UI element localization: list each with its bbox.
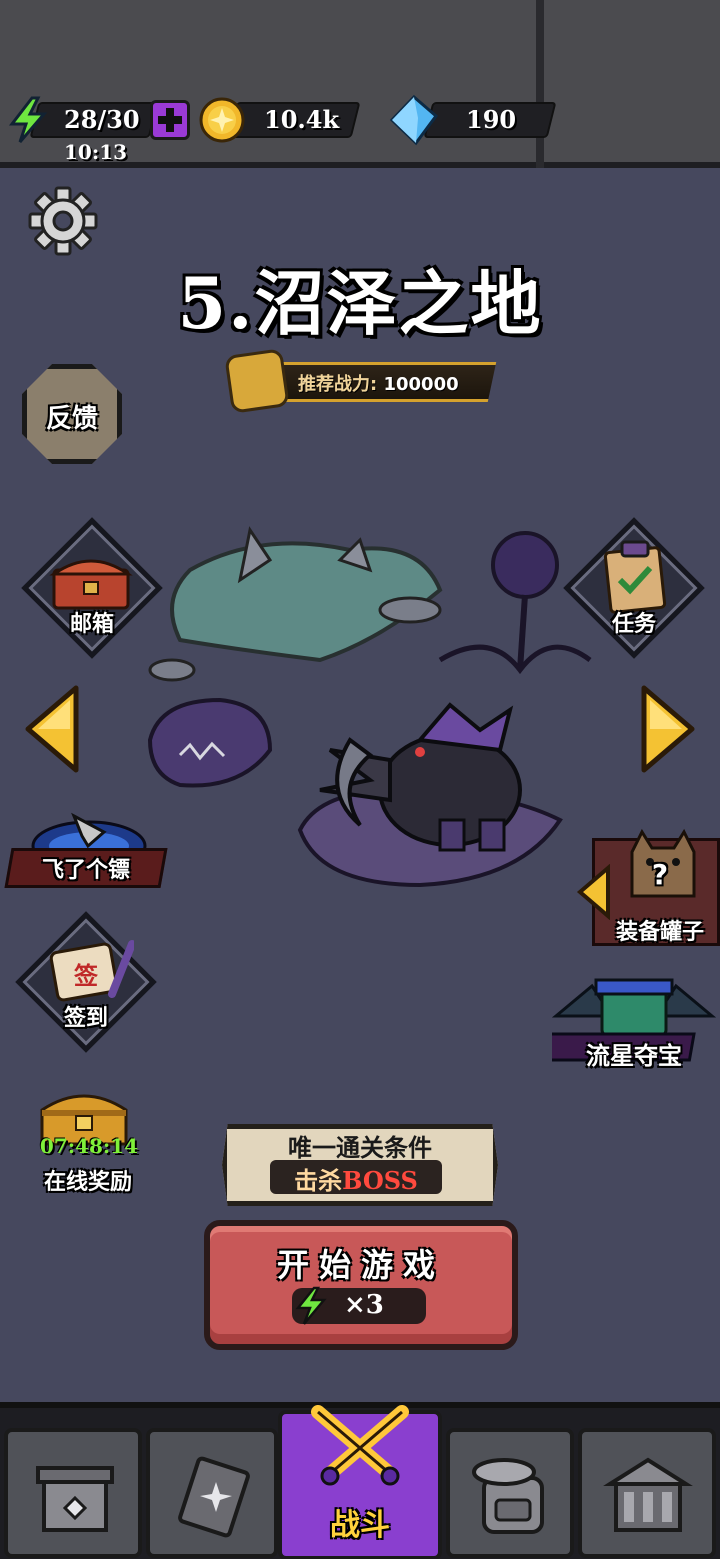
- energy-timer: 10:13: [64, 140, 128, 164]
- fist-icon: [224, 348, 290, 414]
- add-energy-button[interactable]: [150, 100, 190, 140]
- tab-shop[interactable]: [4, 1428, 142, 1558]
- tab-forge[interactable]: [578, 1428, 716, 1558]
- online-reward-timer: 07:48:14: [39, 1134, 139, 1158]
- online-reward-label: 在线奖励: [43, 1170, 132, 1195]
- condition-prefix: 击杀: [294, 1167, 343, 1195]
- svg-text:签: 签: [73, 962, 99, 990]
- gold-coin-icon: [199, 97, 245, 143]
- swamp-stage-illustration: [147, 526, 592, 888]
- flying-dart-label: 飞了个镖: [41, 858, 130, 883]
- chevron-left-icon[interactable]: [576, 864, 612, 920]
- start-game-label: 开始游戏: [276, 1246, 445, 1284]
- sign-in-scroll-icon: 签: [49, 940, 134, 1002]
- backpack-icon: [472, 1458, 544, 1534]
- energy-value: 28/30: [64, 105, 140, 134]
- cards-icon: [178, 1456, 250, 1538]
- tab-battle-label: 战斗: [330, 1508, 390, 1543]
- arrow-right-icon[interactable]: [640, 684, 698, 774]
- meteor-treasure-label: 流星夺宝: [586, 1042, 682, 1070]
- tab-backpack[interactable]: [446, 1428, 574, 1558]
- top-bar-seam: [536, 0, 544, 168]
- recommended-power-label: 推荐战力:: [298, 374, 378, 395]
- condition-target: BOSS: [342, 1166, 418, 1195]
- level-title: 5.沼泽之地: [177, 262, 543, 345]
- equipment-jar-badge: ?: [651, 858, 669, 891]
- tab-cards[interactable]: [146, 1428, 278, 1558]
- arrow-left-icon[interactable]: [22, 684, 80, 774]
- blue-gem-icon: [389, 94, 439, 146]
- recommended-power-value: 100000: [383, 374, 459, 395]
- lightning-icon: [295, 1286, 327, 1325]
- energy-cost: ×3: [344, 1290, 384, 1320]
- clear-condition-value: 击杀BOSS: [270, 1161, 442, 1196]
- gems-value: 190: [466, 105, 517, 134]
- lightning-icon: [8, 96, 48, 143]
- plus-icon: [158, 108, 182, 132]
- equipment-jar-label: 装备罐子: [615, 920, 704, 945]
- feedback-label: 反馈: [45, 404, 98, 434]
- clipboard-icon: [603, 540, 667, 614]
- clear-condition-title: 唯一通关条件: [288, 1134, 432, 1162]
- recommended-power: 推荐战力: 100000: [298, 370, 459, 396]
- gear-icon[interactable]: [28, 186, 98, 256]
- coins-value: 10.4k: [264, 105, 340, 134]
- forge-icon: [603, 1457, 693, 1532]
- battle-icon: [311, 1405, 409, 1486]
- shop-icon: [36, 1466, 114, 1532]
- sign-in-label: 签到: [63, 1006, 108, 1031]
